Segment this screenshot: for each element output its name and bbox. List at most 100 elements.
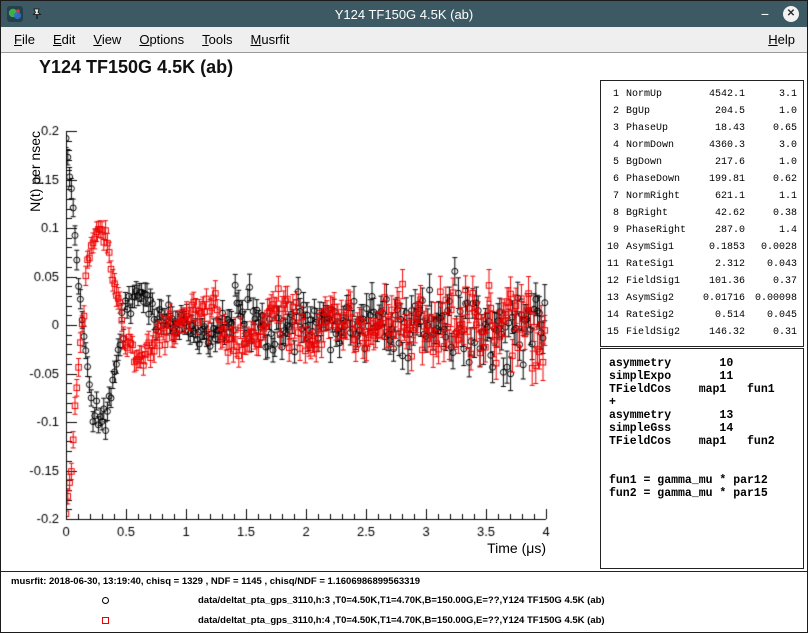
- param-name: PhaseDown: [626, 171, 689, 188]
- param-value: 0.514: [689, 307, 745, 324]
- param-error: 3.1: [745, 86, 797, 103]
- param-value: 199.81: [689, 171, 745, 188]
- param-no: 4: [601, 137, 619, 154]
- plot-legend: data/deltat_pta_gps_3110,h:3 ,T0=4.50K,T…: [1, 591, 807, 631]
- parameter-row: 5 BgDown217.61.0: [601, 154, 803, 171]
- param-name: PhaseRight: [626, 222, 689, 239]
- param-name: AsymSig2: [626, 290, 689, 307]
- param-no: 11: [601, 256, 619, 273]
- parameter-row: 10AsymSig10.18530.0028: [601, 239, 803, 256]
- param-error: 1.0: [745, 154, 797, 171]
- param-no: 14: [601, 307, 619, 324]
- parameter-row: 13 AsymSig20.017160.00098: [601, 290, 803, 307]
- app-window: Y124 TF150G 4.5K (ab) − ✕ FileEditViewOp…: [0, 0, 808, 633]
- param-name: RateSig1: [626, 256, 689, 273]
- app-icon: [7, 6, 23, 22]
- menu-item-help[interactable]: Help: [756, 32, 807, 47]
- parameter-row: 1 NormUp4542.13.1: [601, 86, 803, 103]
- param-name: BgRight: [626, 205, 689, 222]
- param-value: 101.36: [689, 273, 745, 290]
- param-value: 2.312: [689, 256, 745, 273]
- param-value: 4542.1: [689, 86, 745, 103]
- param-name: NormRight: [626, 188, 689, 205]
- theory-text: asymmetry 10 simplExpo 11 TFieldCos map1…: [601, 349, 803, 500]
- parameter-row: 6 PhaseDown199.810.62: [601, 171, 803, 188]
- window-title: Y124 TF150G 4.5K (ab): [1, 7, 807, 22]
- legend-row: data/deltat_pta_gps_3110,h:4 ,T0=4.50K,T…: [1, 611, 807, 631]
- param-error: 0.31: [745, 324, 797, 341]
- param-error: 1.1: [745, 188, 797, 205]
- param-value: 287.0: [689, 222, 745, 239]
- param-name: FieldSig1: [626, 273, 689, 290]
- param-error: 0.38: [745, 205, 797, 222]
- param-no: 8: [601, 205, 619, 222]
- param-error: 0.65: [745, 120, 797, 137]
- parameter-row: 2 BgUp204.51.0: [601, 103, 803, 120]
- param-name: FieldSig2: [626, 324, 689, 341]
- menu-item-musrfit[interactable]: Musrfit: [242, 32, 299, 47]
- param-name: PhaseUp: [626, 120, 689, 137]
- param-no: 2: [601, 103, 619, 120]
- menu-item-tools[interactable]: Tools: [193, 32, 241, 47]
- titlebar[interactable]: Y124 TF150G 4.5K (ab) − ✕: [1, 1, 807, 27]
- param-no: 15: [601, 324, 619, 341]
- param-name: NormDown: [626, 137, 689, 154]
- param-error: 0.043: [745, 256, 797, 273]
- param-no: 9: [601, 222, 619, 239]
- page-title: Y124 TF150G 4.5K (ab): [39, 57, 233, 78]
- parameter-row: 11 RateSig12.3120.043: [601, 256, 803, 273]
- param-value: 204.5: [689, 103, 745, 120]
- param-error: 1.4: [745, 222, 797, 239]
- menu-item-view[interactable]: View: [84, 32, 130, 47]
- x-axis-label: Time (μs): [386, 540, 546, 556]
- param-error: 0.0028: [745, 239, 797, 256]
- param-name: NormUp: [626, 86, 689, 103]
- parameter-table: 1NormUp4542.13.12BgUp204.51.03PhaseUp18.…: [600, 80, 804, 347]
- param-value: 4360.3: [689, 137, 745, 154]
- param-value: 217.6: [689, 154, 745, 171]
- param-name: RateSig2: [626, 307, 689, 324]
- param-value: 0.01716: [689, 290, 745, 307]
- param-error: 3.0: [745, 137, 797, 154]
- param-error: 0.37: [745, 273, 797, 290]
- param-no: 7: [601, 188, 619, 205]
- param-error: 0.045: [745, 307, 797, 324]
- legend-row: data/deltat_pta_gps_3110,h:3 ,T0=4.50K,T…: [1, 591, 807, 611]
- close-button[interactable]: ✕: [783, 6, 799, 22]
- status-separator: [1, 571, 807, 572]
- theory-box: asymmetry 10 simplExpo 11 TFieldCos map1…: [600, 348, 804, 569]
- param-no: 1: [601, 86, 619, 103]
- param-no: 12: [601, 273, 619, 290]
- legend-marker-square-icon: [102, 617, 109, 624]
- parameter-row: 3PhaseUp18.430.65: [601, 120, 803, 137]
- plot-area: Y124 TF150G 4.5K (ab) N(t) per nsec Time…: [1, 53, 807, 632]
- menubar: FileEditViewOptionsToolsMusrfit Help: [1, 27, 807, 53]
- pin-icon[interactable]: [31, 8, 43, 20]
- menu-item-edit[interactable]: Edit: [44, 32, 84, 47]
- parameter-row: 7 NormRight621.11.1: [601, 188, 803, 205]
- y-axis-label: N(t) per nsec: [27, 131, 43, 212]
- param-name: BgUp: [626, 103, 689, 120]
- param-no: 6: [601, 171, 619, 188]
- param-error: 0.00098: [745, 290, 797, 307]
- param-value: 18.43: [689, 120, 745, 137]
- param-value: 42.62: [689, 205, 745, 222]
- parameter-row: 12 FieldSig1101.360.37: [601, 273, 803, 290]
- param-no: 5: [601, 154, 619, 171]
- menu-item-options[interactable]: Options: [130, 32, 193, 47]
- menu-item-file[interactable]: File: [5, 32, 44, 47]
- minimize-button[interactable]: −: [757, 6, 773, 22]
- parameter-row: 14 RateSig20.5140.045: [601, 307, 803, 324]
- param-name: AsymSig1: [626, 239, 689, 256]
- param-value: 621.1: [689, 188, 745, 205]
- param-name: BgDown: [626, 154, 689, 171]
- menu-items: FileEditViewOptionsToolsMusrfit: [1, 32, 299, 47]
- param-error: 0.62: [745, 171, 797, 188]
- param-value: 146.32: [689, 324, 745, 341]
- param-value: 0.1853: [689, 239, 745, 256]
- legend-marker-circle-icon: [102, 597, 109, 604]
- parameter-row: 8 BgRight42.620.38: [601, 205, 803, 222]
- legend-text: data/deltat_pta_gps_3110,h:4 ,T0=4.50K,T…: [198, 615, 605, 626]
- param-no: 13: [601, 290, 619, 307]
- param-error: 1.0: [745, 103, 797, 120]
